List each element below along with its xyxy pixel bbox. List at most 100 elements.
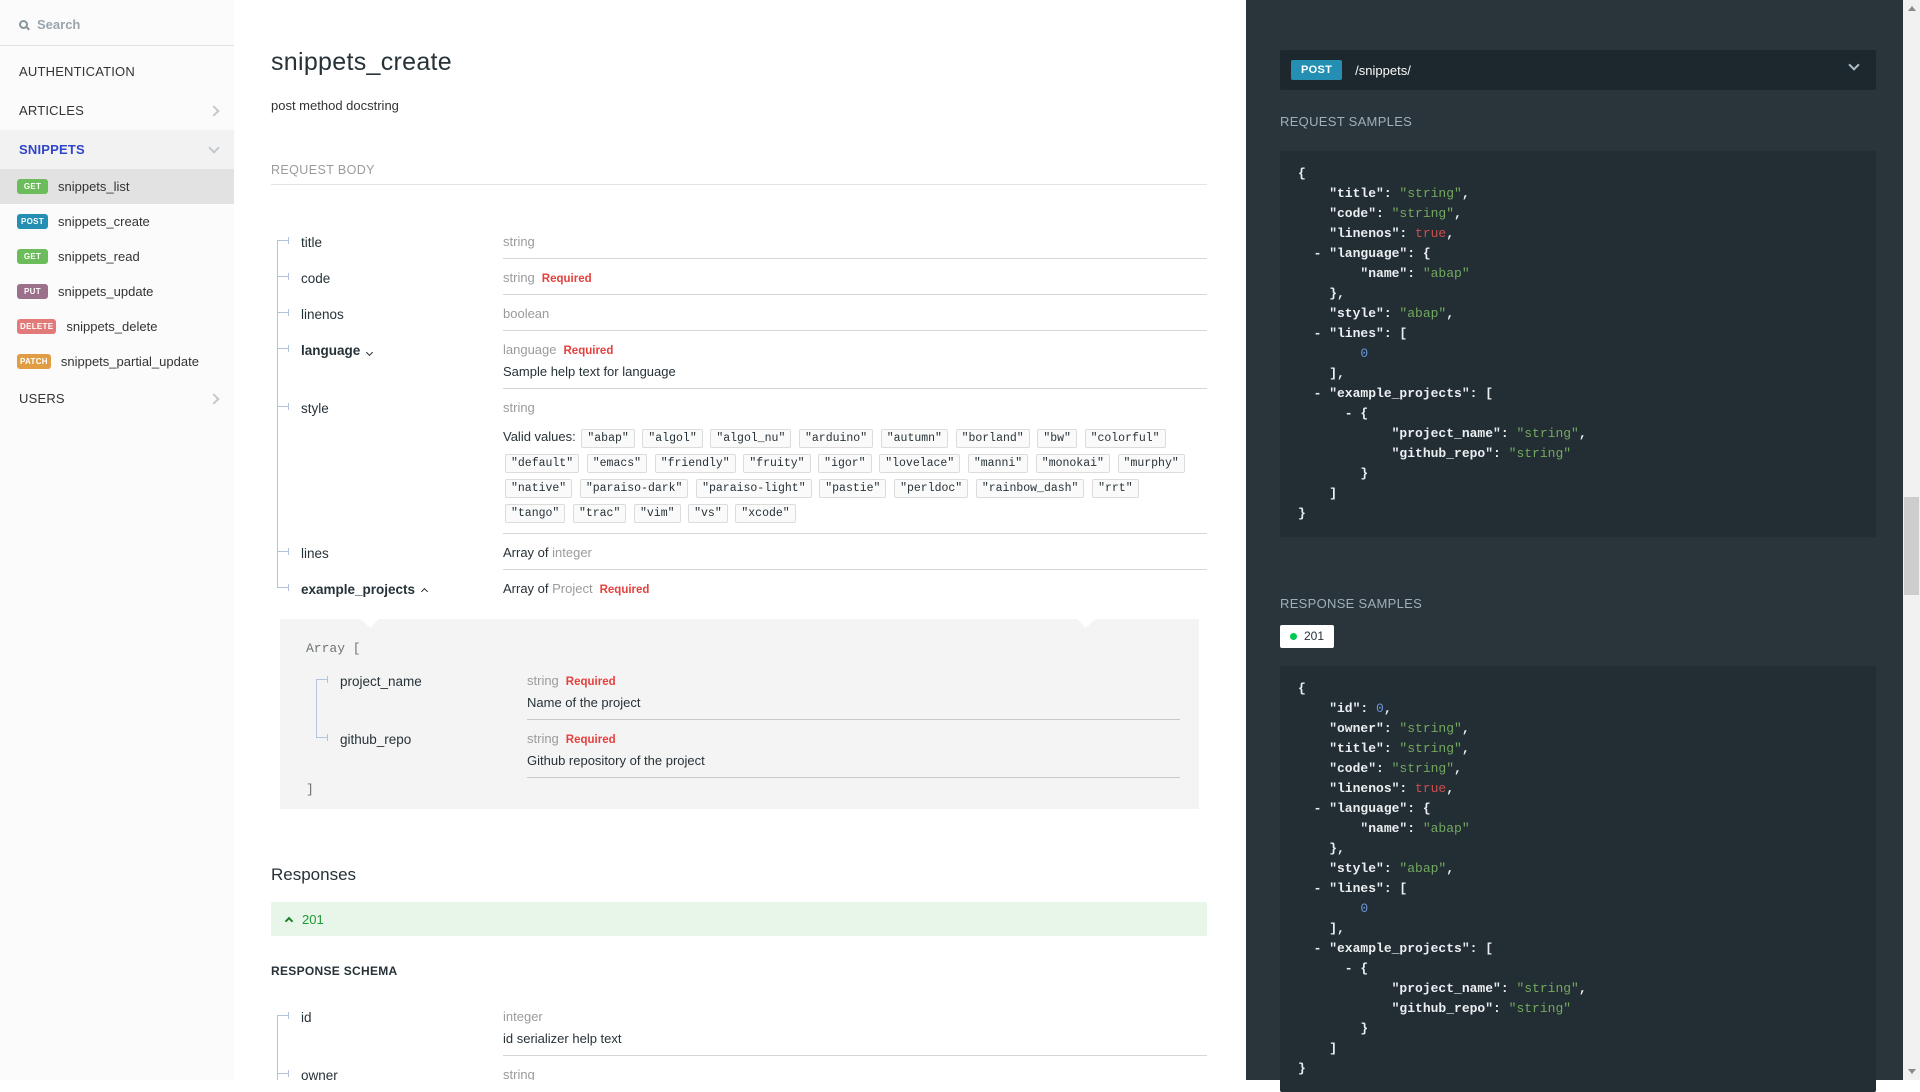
enum-value-badge: "colorful" [1084, 429, 1166, 448]
field-type: integer [503, 1009, 1207, 1024]
field-type-name: Project [552, 581, 593, 596]
enum-value-badge: "arduino" [798, 429, 874, 448]
field-type-name: string [527, 673, 559, 688]
page-scrollbar[interactable] [1903, 0, 1920, 1080]
enum-value-badge: "rrt" [1092, 479, 1139, 498]
field-details: string Required [503, 259, 1207, 295]
sidebar: Search AUTHENTICATION ARTICLES SNIPPETS GET… [0, 0, 234, 1080]
sidebar-nav: AUTHENTICATION ARTICLES SNIPPETS GET snippet… [0, 46, 234, 418]
field-row-code: code string Required [271, 259, 1207, 295]
samples-panel: POST /snippets/ REQUEST SAMPLES { "title… [1246, 0, 1903, 1092]
chevron-up-icon[interactable] [421, 587, 429, 596]
field-name-label: id [301, 1010, 312, 1025]
chevron-down-icon [208, 141, 220, 154]
field-type-name: string [503, 1067, 535, 1080]
endpoint-path: /snippets/ [1355, 62, 1411, 78]
notch [361, 619, 379, 628]
request-body-fields: title string code string Required linenos bool… [271, 223, 1207, 809]
field-details: integer id serializer help text [503, 998, 1207, 1056]
enum-value-badge: "manni" [967, 454, 1029, 473]
field-name-label: project_name [340, 674, 422, 689]
field-type: string [503, 400, 1207, 415]
field-type-name: string [503, 234, 535, 249]
sidebar-item-snippets_create[interactable]: POST snippets_create [0, 204, 234, 239]
field-type-prefix: Array of [503, 545, 553, 560]
enum-value-badge: "rainbow_dash" [975, 479, 1085, 498]
sidebar-section-authentication[interactable]: AUTHENTICATION [0, 52, 234, 91]
endpoint-dropdown[interactable]: POST /snippets/ [1280, 50, 1876, 90]
search-placeholder: Search [37, 17, 81, 32]
response-201-toggle[interactable]: 201 [271, 902, 1207, 936]
sidebar-section-snippets[interactable]: SNIPPETS [0, 130, 234, 169]
tree-connector-line [277, 240, 278, 588]
method-badge-get: GET [17, 179, 48, 194]
field-name: github_repo [310, 720, 527, 778]
enum-value-badge: "xcode" [735, 504, 796, 523]
enum-value-badge: "default" [505, 454, 580, 473]
scrollbar-thumb[interactable] [1904, 497, 1919, 595]
field-row-example_projects: example_projects Array of Project Required [271, 570, 1207, 605]
field-name: language [271, 331, 503, 389]
field-name: code [271, 259, 503, 295]
field-type-name: string [503, 270, 535, 285]
sidebar-item-snippets_list[interactable]: GET snippets_list [0, 169, 234, 204]
field-details: Array of integer [503, 534, 1207, 570]
sidebar-item-label: snippets_read [58, 249, 140, 264]
field-name-label: linenos [301, 307, 344, 322]
enum-value-badge: "paraiso-light" [696, 479, 812, 498]
sidebar-item-snippets_update[interactable]: PUT snippets_update [0, 274, 234, 309]
method-badge-put: PUT [17, 284, 48, 299]
field-name-label: style [301, 401, 329, 416]
field-name-label: code [301, 271, 331, 286]
array-item-fields: project_name string Required Name of the pr… [310, 662, 1180, 778]
field-help-text: Name of the project [527, 695, 641, 710]
chevron-right-icon [208, 392, 220, 405]
sidebar-item-snippets_read[interactable]: GET snippets_read [0, 239, 234, 274]
sidebar-item-snippets_delete[interactable]: DELETE snippets_delete [0, 309, 234, 344]
enum-value-badge: "emacs" [586, 454, 648, 473]
field-help-text: id serializer help text [503, 1031, 622, 1046]
field-name: example_projects [271, 570, 503, 605]
field-name: project_name [310, 662, 527, 720]
status-dot-icon [1290, 632, 1297, 640]
response-code-badge[interactable]: 201 [1280, 625, 1335, 648]
tree-connector-line [316, 679, 317, 738]
field-type: boolean [503, 306, 1207, 321]
field-name-label: language [301, 343, 361, 358]
field-row-project_name: project_name string Required Name of the pr… [310, 662, 1180, 720]
enum-value-badge: "lovelace" [879, 454, 961, 473]
required-badge: Required [565, 676, 616, 688]
request-sample-code: { "title": "string", "code": "string", "… [1280, 151, 1876, 537]
chevron-down-icon[interactable] [366, 348, 374, 357]
request-samples-label: REQUEST SAMPLES [1280, 114, 1413, 129]
sidebar-section-articles[interactable]: ARTICLES [0, 91, 234, 130]
sidebar-item-label: snippets_create [58, 214, 150, 229]
scrollbar-up-arrow-icon[interactable] [1903, 0, 1920, 17]
field-details: language Required Sample help text for lan… [503, 331, 1207, 389]
sidebar-section-users[interactable]: USERS [0, 379, 234, 418]
field-help-text: Github repository of the project [527, 753, 705, 768]
enum-value-badge: "friendly" [654, 454, 736, 473]
field-name-label: example_projects [301, 582, 416, 597]
field-type: Array of integer [503, 545, 1207, 560]
enum-value-badge: "vs" [688, 504, 728, 523]
field-details: Array of Project Required [503, 570, 1207, 605]
enum-value-badge: "autumn" [880, 429, 948, 448]
scrollbar-down-arrow-icon[interactable] [1903, 1063, 1920, 1080]
enum-value-badge: "algol" [642, 429, 703, 448]
field-type-name: integer [503, 1009, 543, 1024]
enum-value-badge: "paraiso-dark" [579, 479, 689, 498]
sidebar-section-label: USERS [19, 391, 65, 406]
sidebar-item-snippets_partial_update[interactable]: PATCH snippets_partial_update [0, 344, 234, 379]
field-help-text: Sample help text for language [503, 364, 676, 379]
enum-value-badge: "igor" [818, 454, 872, 473]
field-row-style: style string Valid values: "abap" "algol" … [271, 389, 1207, 534]
chevron-down-icon [1848, 59, 1860, 71]
sidebar-item-label: snippets_delete [66, 319, 158, 334]
field-type: string Required [527, 731, 1180, 746]
response-code-label: 201 [302, 911, 324, 927]
enum-value-badge: "trac" [572, 504, 627, 523]
enum-value-badge: "fruity" [743, 454, 811, 473]
search-input[interactable]: Search [0, 0, 234, 46]
sidebar-section-label: SNIPPETS [19, 142, 85, 157]
